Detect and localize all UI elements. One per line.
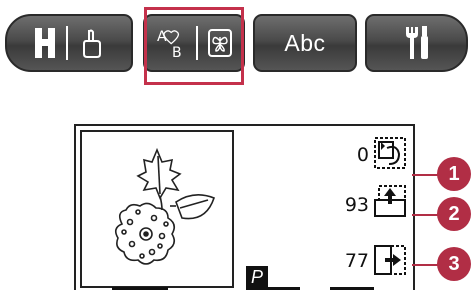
callout-2: 2 <box>437 197 471 231</box>
vertical-position-row: 93 <box>345 188 369 222</box>
tools-button[interactable] <box>365 14 468 72</box>
toolbar: A B Abc <box>5 4 468 86</box>
move-right-icon[interactable] <box>373 242 407 276</box>
p-badge: P <box>246 266 268 288</box>
hoop-edit-button[interactable] <box>5 14 133 72</box>
design-preview <box>80 130 234 288</box>
callout-3: 3 <box>437 247 471 281</box>
rotate-row: 0 <box>357 138 369 172</box>
callout-1: 1 <box>437 157 471 191</box>
hoop-h-icon <box>35 28 55 58</box>
move-up-icon[interactable] <box>373 184 407 218</box>
horizontal-position-row: 77 <box>345 244 369 278</box>
text-abc-button[interactable]: Abc <box>253 14 357 72</box>
embroidery-screen: 0 93 77 P <box>74 124 415 290</box>
horizontal-value: 77 <box>344 250 369 272</box>
touch-hand-icon <box>83 29 101 58</box>
butterfly-design-icon <box>208 29 232 57</box>
svg-text:B: B <box>172 45 182 60</box>
mirror-ab-icon: A B <box>157 29 182 60</box>
tools-icon <box>405 26 428 59</box>
abc-label: Abc <box>284 29 326 56</box>
rotate-value: 0 <box>356 144 369 166</box>
edit-design-button[interactable]: A B <box>143 14 245 72</box>
embroidery-design-icon <box>114 147 215 265</box>
vertical-value: 93 <box>344 194 369 216</box>
rotate-icon[interactable] <box>373 136 407 170</box>
toolbar-separator <box>66 26 68 60</box>
toolbar-separator <box>196 26 198 60</box>
